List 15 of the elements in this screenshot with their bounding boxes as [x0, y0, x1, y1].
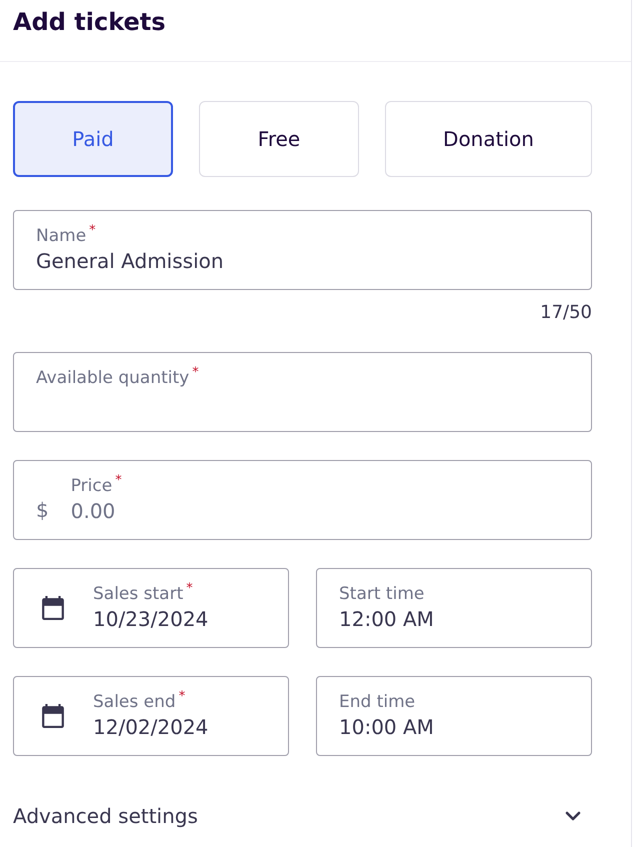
input-field[interactable]: Available quantity$^{*}$	[13, 352, 592, 432]
price-field[interactable]: $ Price$^{*}$ 0.00	[13, 460, 592, 540]
time-field[interactable]: End time 10:00 AM	[316, 676, 592, 756]
ticket-type-button[interactable]: Free	[199, 101, 359, 177]
ticket-type-button[interactable]: Donation	[385, 101, 592, 177]
ticket-type-button[interactable]: Paid	[13, 101, 173, 177]
panel-title: Add tickets	[13, 7, 166, 38]
date-field[interactable]: Sales end$^{*}$ 12/02/2024	[13, 676, 289, 756]
input-field[interactable]: Name$^{*}$ General Admission	[13, 210, 592, 290]
advanced-settings-toggle[interactable]: Advanced settings	[13, 796, 592, 836]
date-field[interactable]: Sales start$^{*}$ 10/23/2024	[13, 568, 289, 648]
calendar-icon	[42, 596, 64, 620]
time-field[interactable]: Start time 12:00 AM	[316, 568, 592, 648]
calendar-icon	[42, 704, 64, 728]
character-counter: 17/50	[540, 302, 592, 323]
